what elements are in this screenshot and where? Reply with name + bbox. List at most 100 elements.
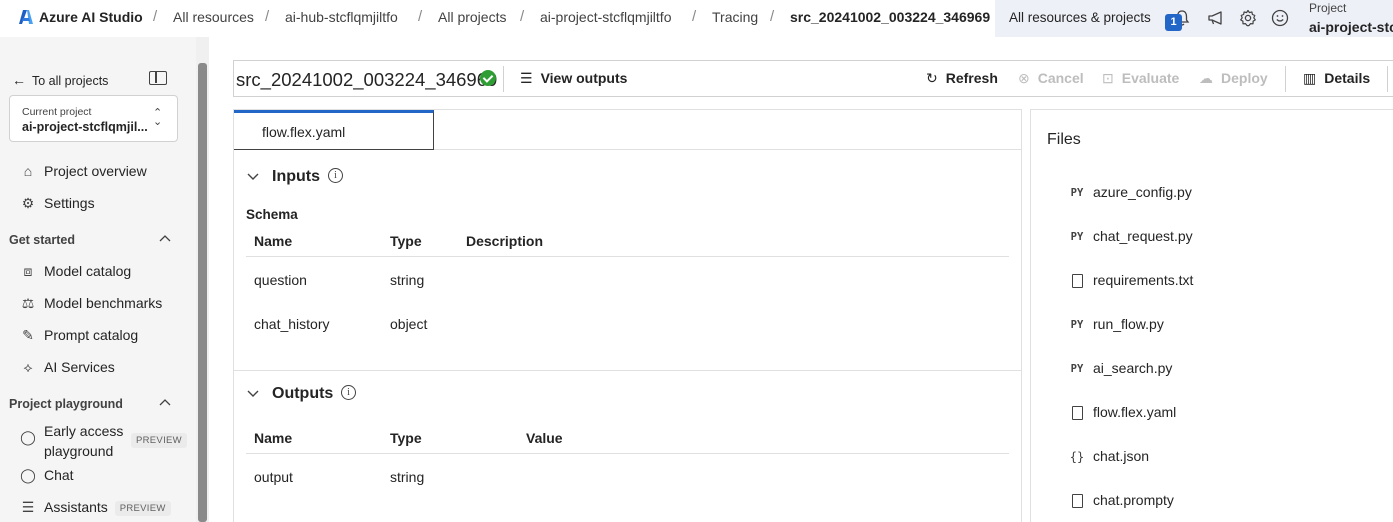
file-item[interactable]: PY chat_request.py xyxy=(1069,228,1193,244)
output-row-type: string xyxy=(390,469,425,485)
refresh-icon: ↻ xyxy=(926,70,938,86)
file-item[interactable]: flow.flex.yaml xyxy=(1069,404,1177,421)
file-item[interactable]: PY ai_search.py xyxy=(1069,360,1173,376)
input-row-type: string xyxy=(390,272,425,288)
to-all-projects-link[interactable]: ← To all projects xyxy=(12,72,108,88)
chevron-down-icon[interactable] xyxy=(247,390,259,398)
view-outputs-label: View outputs xyxy=(540,70,628,86)
all-resources-projects-link[interactable]: All resources & projects xyxy=(1009,10,1151,25)
chevron-up-icon[interactable] xyxy=(159,397,171,409)
file-item[interactable]: {} chat.json xyxy=(1069,448,1149,464)
gear-icon[interactable] xyxy=(1238,8,1258,28)
list-icon: ☰ xyxy=(520,70,533,86)
sidebar-item-label: AI Services xyxy=(44,359,115,375)
sidebar-item-ai-services[interactable]: ⟡ AI Services xyxy=(19,359,115,376)
chevron-down-icon[interactable] xyxy=(247,173,259,181)
sidebar-scrollbar-thumb[interactable] xyxy=(198,63,207,522)
sidebar-item-label: Assistants xyxy=(44,499,108,515)
file-name: chat.json xyxy=(1093,448,1150,464)
to-all-projects-label: To all projects xyxy=(32,74,109,88)
sidebar-item-model-catalog[interactable]: ⧈ Model catalog xyxy=(19,263,132,280)
flow-definition-panel xyxy=(233,109,1022,522)
info-icon[interactable]: i xyxy=(341,385,356,400)
file-item[interactable]: chat.prompty xyxy=(1069,492,1174,509)
azure-ai-logo-icon[interactable] xyxy=(18,9,34,25)
deploy-button[interactable]: ☁ Deploy xyxy=(1199,70,1268,87)
toolbar-divider xyxy=(1285,66,1286,92)
inputs-column-name: Name xyxy=(254,233,293,249)
text-file-icon xyxy=(1072,274,1083,289)
sidebar-item-label: Early access xyxy=(44,423,124,439)
outputs-column-name: Name xyxy=(254,430,293,446)
inputs-column-type: Type xyxy=(390,233,422,249)
inputs-section-title[interactable]: Inputs xyxy=(272,168,320,186)
breadcrumb-project[interactable]: ai-project-stcflqmjiltfo xyxy=(540,9,671,25)
sidebar-item-assistants[interactable]: ☰ Assistants PREVIEW xyxy=(19,499,171,516)
input-row-name: question xyxy=(254,272,307,288)
evaluate-button[interactable]: ⊡ Evaluate xyxy=(1102,70,1179,87)
file-name: flow.flex.yaml xyxy=(1093,404,1177,420)
smiley-feedback-icon[interactable] xyxy=(1270,8,1290,28)
input-row-type: object xyxy=(390,316,428,332)
breadcrumb-hub[interactable]: ai-hub-stcflqmjiltfo xyxy=(285,9,398,25)
current-project-selector[interactable]: Current project ai-project-stcflqmjil...… xyxy=(9,95,178,142)
file-name: azure_config.py xyxy=(1093,184,1192,200)
cancel-button[interactable]: ⊗ Cancel xyxy=(1018,70,1084,87)
chat-bubble-icon: ◯ xyxy=(20,429,36,445)
sidebar-item-label: Chat xyxy=(44,467,74,483)
file-item[interactable]: PY azure_config.py xyxy=(1069,184,1192,200)
preview-badge: PREVIEW xyxy=(114,500,171,516)
breadcrumb-separator: / xyxy=(692,8,697,25)
chat-icon: ◯ xyxy=(20,467,36,483)
section-get-started[interactable]: Get started xyxy=(9,233,75,247)
megaphone-icon[interactable] xyxy=(1206,8,1226,28)
collapse-sidebar-icon[interactable] xyxy=(149,71,167,85)
sidebar-item-model-benchmarks[interactable]: ⚖ Model benchmarks xyxy=(19,295,163,312)
tab-label: flow.flex.yaml xyxy=(262,124,346,140)
sidebar-item-chat[interactable]: ◯ Chat xyxy=(19,467,74,484)
sidebar-item-early-access-playground[interactable]: ◯ Early access playground xyxy=(19,421,123,461)
breadcrumb-all-resources[interactable]: All resources xyxy=(173,9,254,25)
chevron-up-icon[interactable] xyxy=(159,233,171,245)
breadcrumb-tracing[interactable]: Tracing xyxy=(712,9,758,25)
gear-icon: ⚙ xyxy=(21,195,35,211)
breadcrumb-separator: / xyxy=(265,8,270,25)
view-outputs-button[interactable]: ☰ View outputs xyxy=(520,70,627,87)
app-title[interactable]: Azure AI Studio xyxy=(39,9,143,25)
info-icon[interactable]: i xyxy=(328,168,343,183)
toolbar-divider xyxy=(1387,66,1388,92)
cancel-label: Cancel xyxy=(1037,70,1084,86)
breadcrumb-separator: / xyxy=(418,8,423,25)
breadcrumb-separator: / xyxy=(520,8,525,25)
sidebar-item-prompt-catalog[interactable]: ✎ Prompt catalog xyxy=(19,327,138,344)
assistant-icon: ☰ xyxy=(21,499,35,515)
output-row-name: output xyxy=(254,469,293,485)
tab-underline xyxy=(234,149,434,150)
project-switcher-name[interactable]: ai-project-stcflqmjiltfo xyxy=(1309,19,1393,35)
sidebar-item-label: Project overview xyxy=(44,163,147,179)
home-icon: ⌂ xyxy=(23,163,33,179)
refresh-button[interactable]: ↻ Refresh xyxy=(926,70,998,87)
table-header-divider xyxy=(246,453,1009,454)
details-label: Details xyxy=(1324,70,1371,86)
file-name: chat.prompty xyxy=(1093,492,1174,508)
refresh-label: Refresh xyxy=(945,70,998,86)
sidebar-item-project-overview[interactable]: ⌂ Project overview xyxy=(19,163,147,179)
breadcrumb-all-projects[interactable]: All projects xyxy=(438,9,506,25)
outputs-section-title[interactable]: Outputs xyxy=(272,385,333,403)
details-button[interactable]: ▥ Details xyxy=(1303,70,1370,87)
prompt-icon: ✎ xyxy=(22,327,34,343)
section-project-playground[interactable]: Project playground xyxy=(9,397,123,411)
file-item[interactable]: PY run_flow.py xyxy=(1069,316,1164,332)
section-divider xyxy=(234,370,1021,371)
outputs-column-type: Type xyxy=(390,430,422,446)
sidebar: ← To all projects Current project ai-proj… xyxy=(0,37,196,522)
sidebar-item-settings[interactable]: ⚙ Settings xyxy=(19,195,95,212)
prompty-file-icon xyxy=(1072,494,1083,509)
cancel-circle-icon: ⊗ xyxy=(1018,70,1030,86)
input-row-name: chat_history xyxy=(254,316,330,332)
schema-label: Schema xyxy=(246,207,298,222)
file-item[interactable]: requirements.txt xyxy=(1069,272,1193,289)
details-chart-icon: ▥ xyxy=(1303,70,1317,86)
sidebar-item-label: Model benchmarks xyxy=(44,295,163,311)
